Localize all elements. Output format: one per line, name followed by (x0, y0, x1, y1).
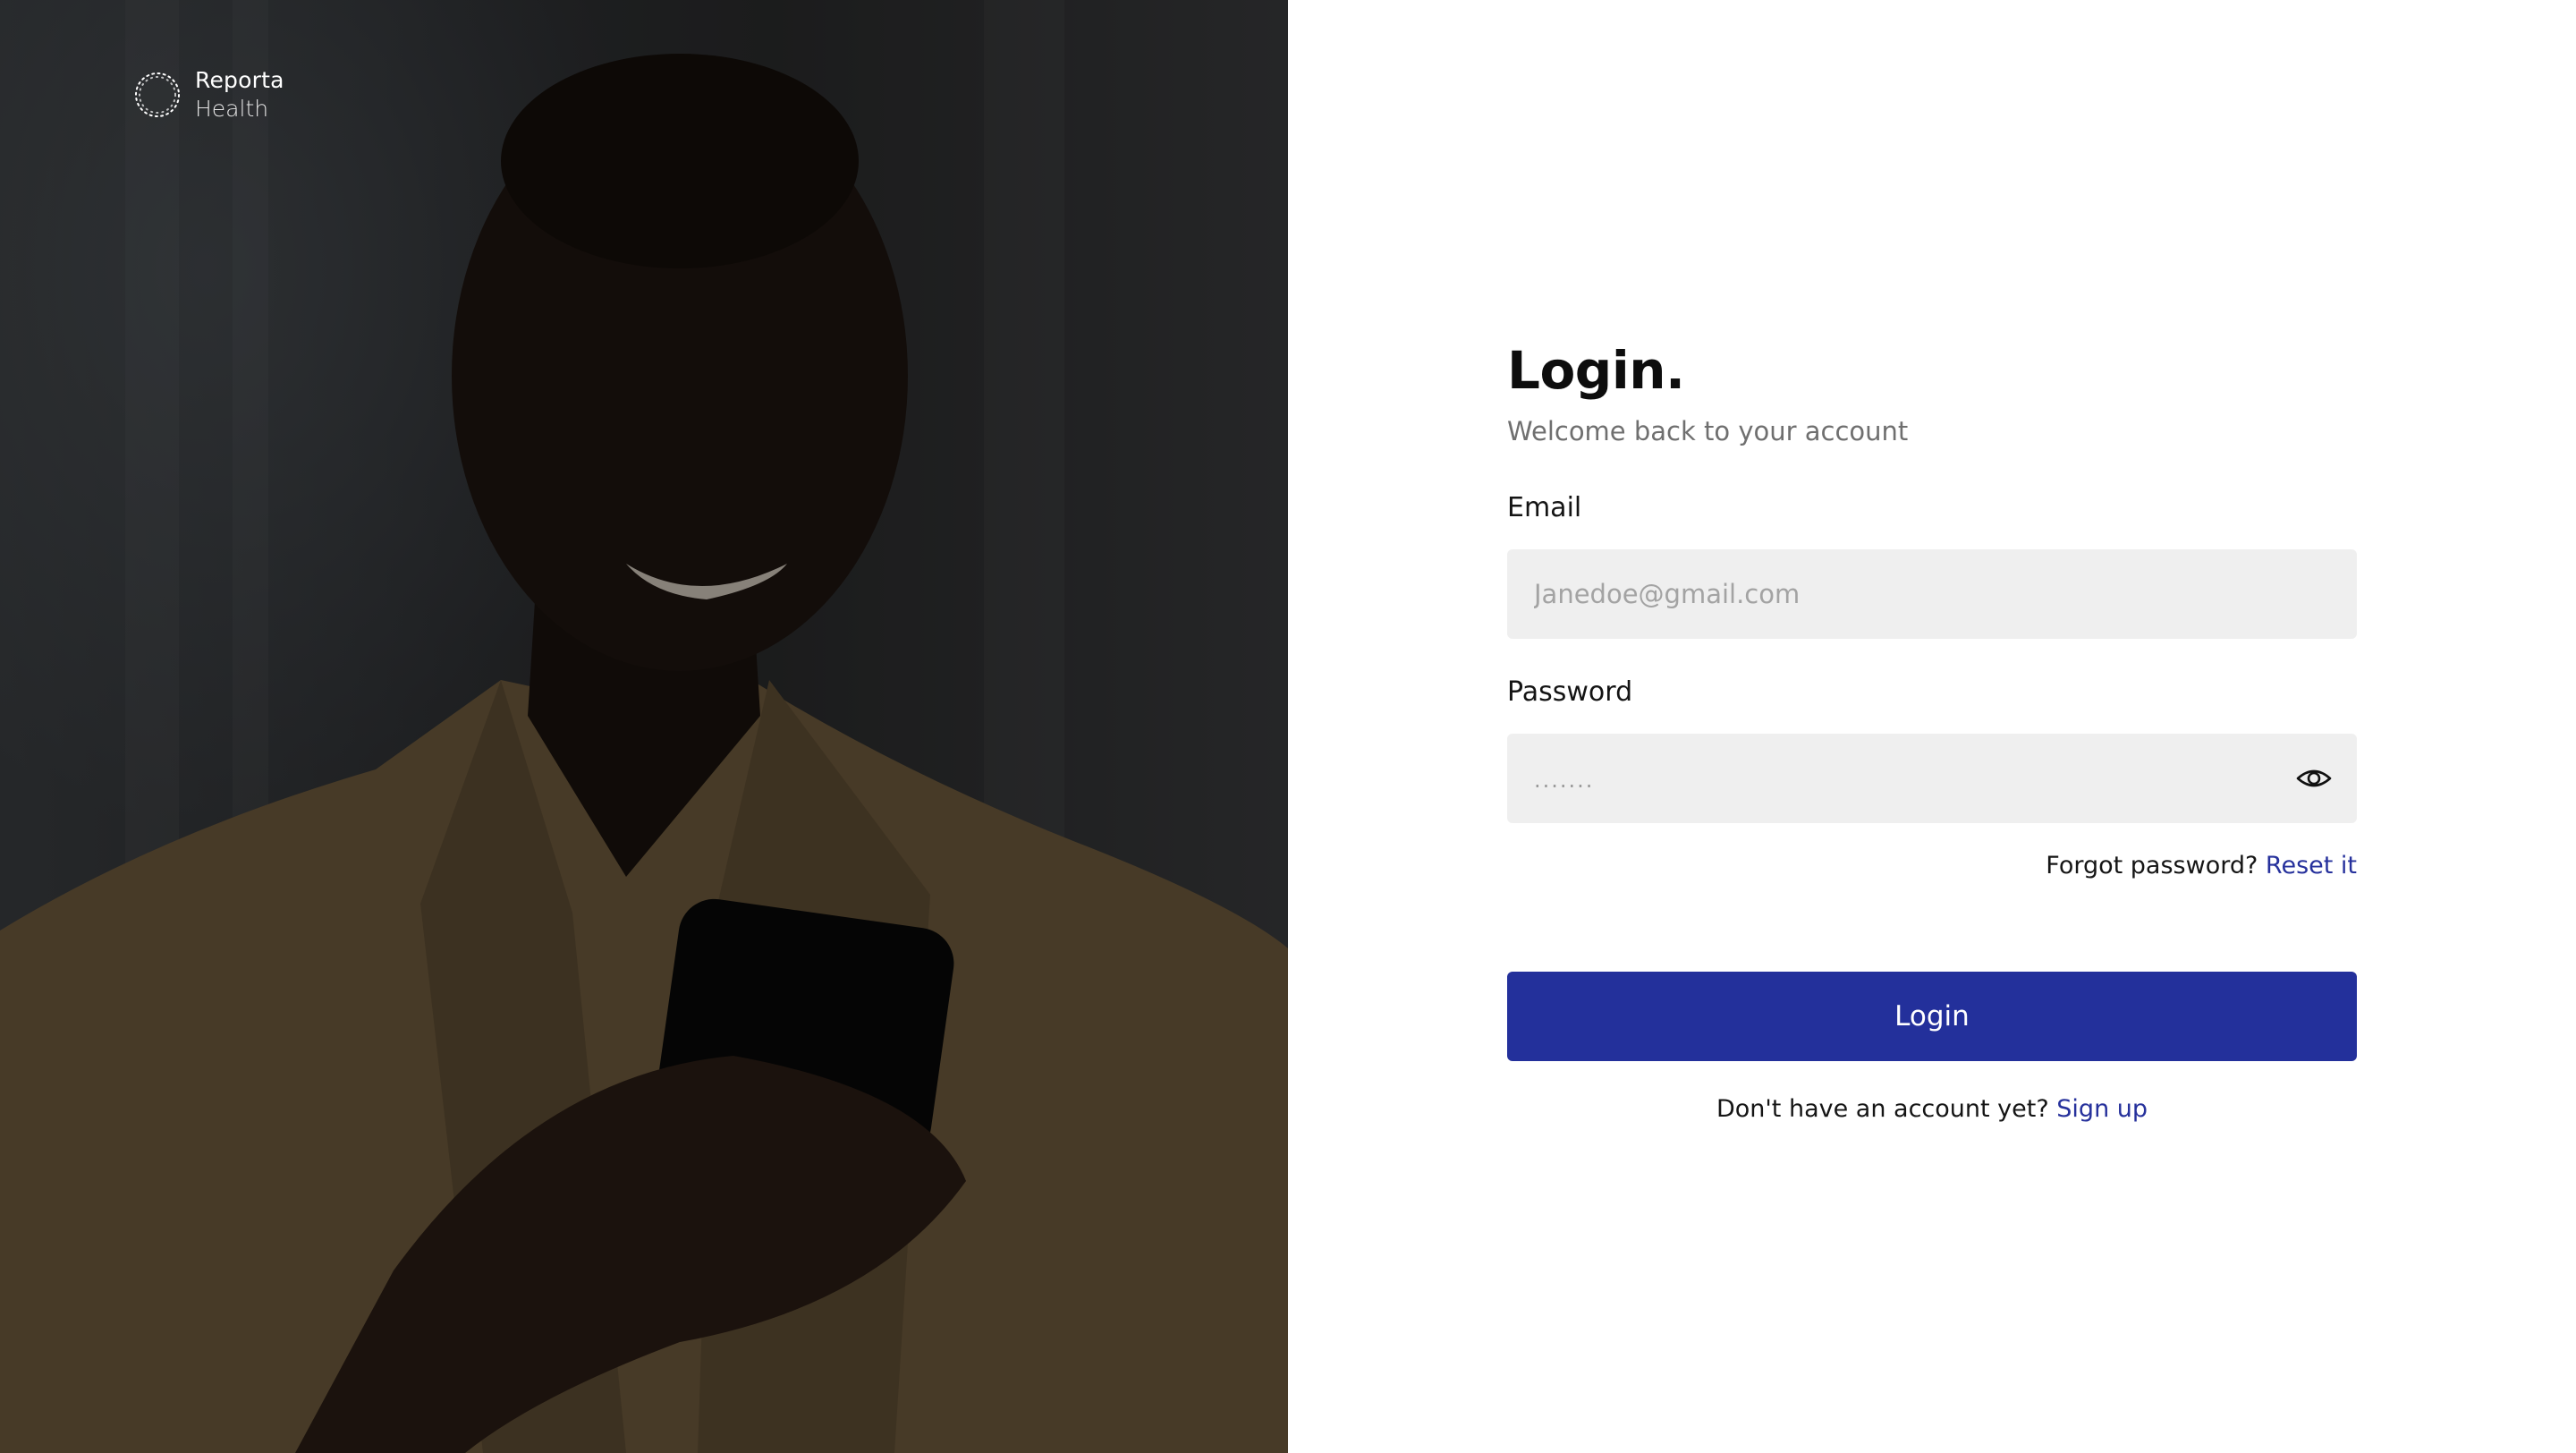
hero-dark-overlay (0, 0, 1288, 1453)
reset-password-link[interactable]: Reset it (2266, 852, 2357, 879)
email-field-container (1507, 549, 2357, 639)
login-button[interactable]: Login (1507, 972, 2357, 1061)
forgot-password-text: Forgot password? (2046, 852, 2258, 879)
email-field[interactable] (1507, 549, 2357, 639)
signup-prompt-text: Don't have an account yet? (1716, 1095, 2049, 1123)
password-masked-value: ....... (1534, 768, 1595, 793)
eye-icon[interactable] (2296, 762, 2332, 794)
signup-link[interactable]: Sign up (2056, 1095, 2148, 1123)
page-subtitle: Welcome back to your account (1507, 416, 1909, 446)
hero-image-panel: Reporta Health (0, 0, 1288, 1453)
login-page: Reporta Health Login. Welcome back to yo… (0, 0, 2576, 1453)
login-form: Login. Welcome back to your account Emai… (1507, 331, 2357, 1126)
signup-row: Don't have an account yet? Sign up (1507, 1093, 2357, 1126)
password-field[interactable]: ....... (1507, 734, 2357, 823)
dotted-ring-logo-icon (135, 72, 180, 117)
forgot-password-row: Forgot password? Reset it (1507, 850, 2357, 882)
email-label: Email (1507, 492, 1582, 523)
password-label: Password (1507, 676, 1633, 708)
brand-logo[interactable]: Reporta Health (131, 66, 284, 123)
brand-name-line2: Health (195, 96, 269, 122)
page-title: Login. (1507, 340, 1685, 401)
login-form-panel: Login. Welcome back to your account Emai… (1288, 0, 2576, 1453)
brand-name: Reporta Health (195, 66, 284, 123)
brand-name-line1: Reporta (195, 67, 284, 93)
